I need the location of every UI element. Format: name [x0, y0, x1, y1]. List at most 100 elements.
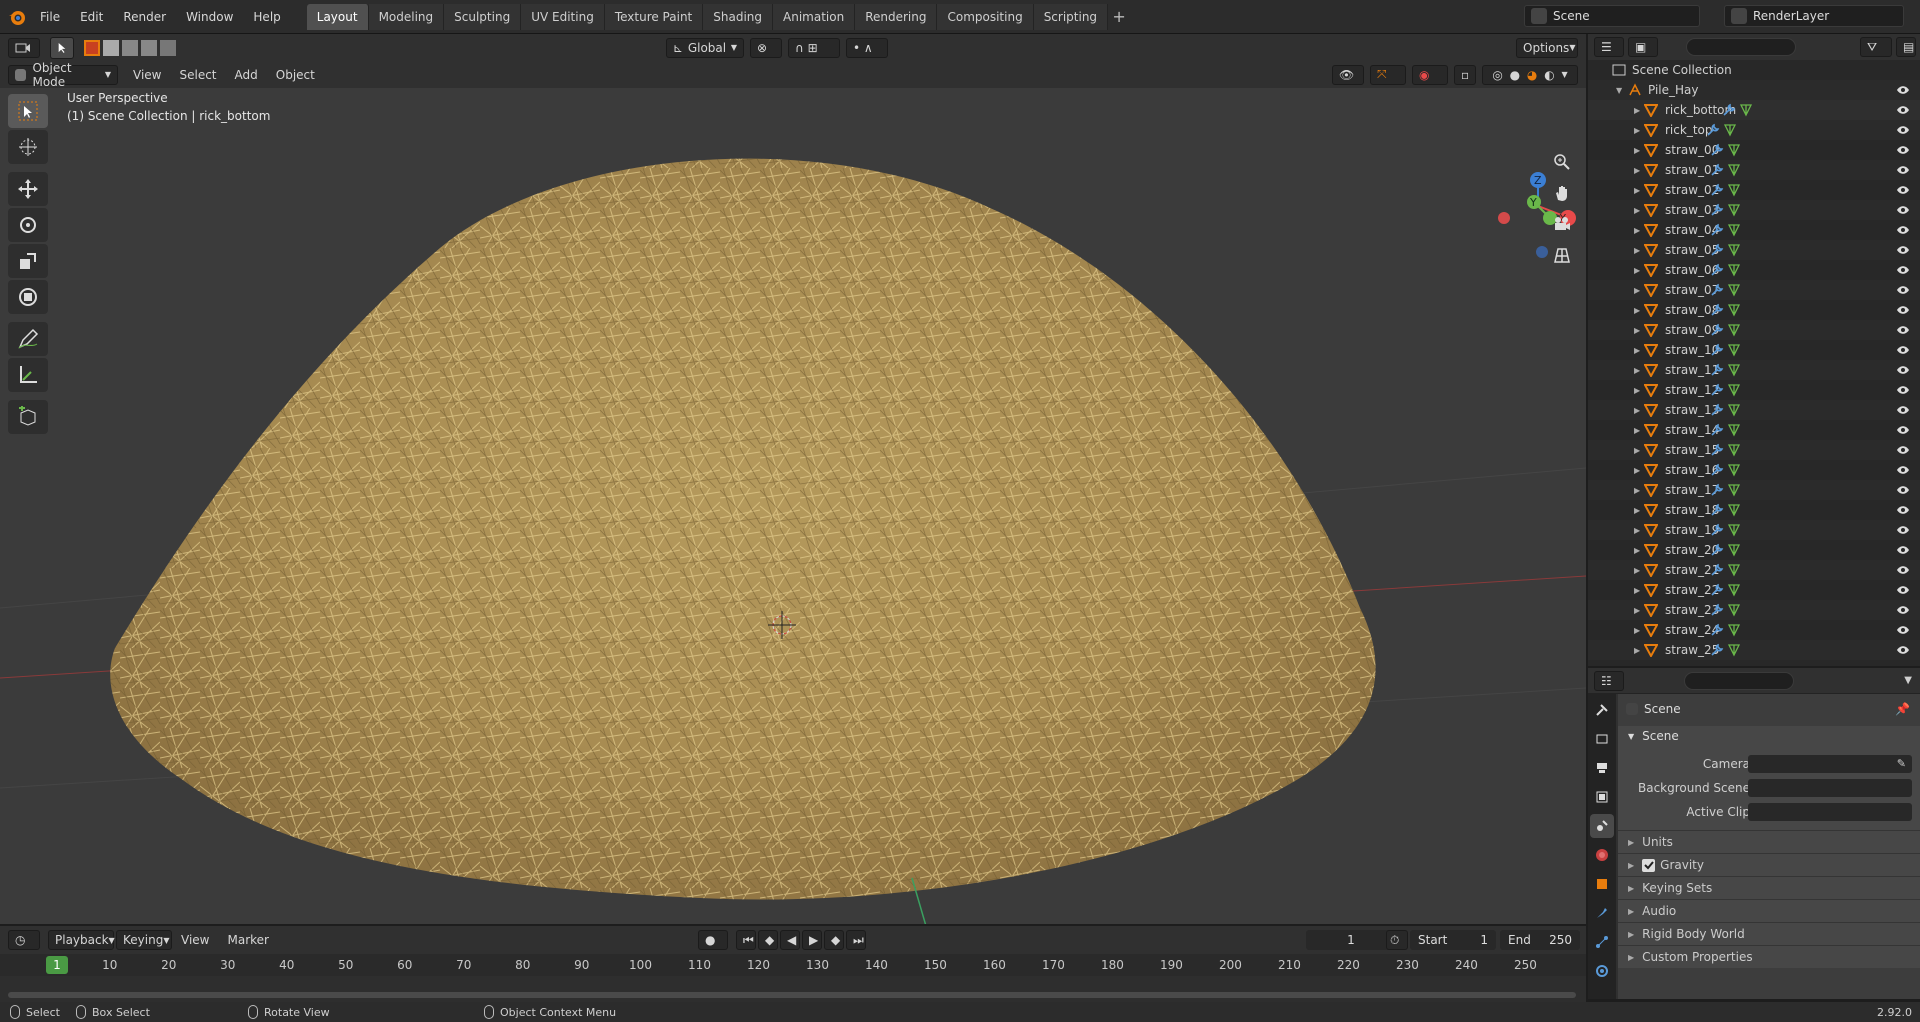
expand-arrow-icon[interactable]: ▶ [1634, 566, 1640, 575]
menu-help[interactable]: Help [243, 10, 290, 24]
eye-icon[interactable] [1896, 323, 1910, 337]
mesh-data-icon[interactable] [1727, 623, 1741, 637]
keying-dropdown[interactable]: Keying ▼ [116, 930, 172, 950]
expand-arrow-icon[interactable]: ▶ [1634, 366, 1640, 375]
tool-move[interactable] [8, 172, 48, 206]
expand-arrow-icon[interactable]: ▶ [1634, 226, 1640, 235]
tab-uv-editing[interactable]: UV Editing [521, 3, 605, 30]
expand-arrow-icon[interactable]: ▶ [1634, 346, 1640, 355]
output-tab-icon[interactable] [1590, 756, 1614, 780]
tab-scripting[interactable]: Scripting [1033, 3, 1109, 30]
viewport-menu-add[interactable]: Add [226, 68, 267, 82]
preview-range-toggle[interactable]: ⏱ [1386, 930, 1408, 950]
menu-render[interactable]: Render [113, 10, 176, 24]
menu-window[interactable]: Window [176, 10, 243, 24]
mesh-data-icon[interactable] [1727, 163, 1741, 177]
render-tab-icon[interactable] [1590, 727, 1614, 751]
snapping-dropdown[interactable]: ∩ ⊞ [788, 37, 840, 58]
mesh-data-icon[interactable] [1727, 443, 1741, 457]
outliner-row-object[interactable]: ▶ straw_14 [1588, 420, 1920, 440]
outliner-row-scene-collection[interactable]: Scene Collection [1588, 60, 1920, 80]
outliner-search-input[interactable] [1686, 38, 1796, 56]
wrench-icon[interactable] [1710, 423, 1724, 437]
wrench-icon[interactable] [1710, 643, 1724, 657]
wrench-icon[interactable] [1710, 503, 1724, 517]
expand-arrow-icon[interactable]: ▶ [1634, 466, 1640, 475]
wrench-icon[interactable] [1710, 183, 1724, 197]
outliner-row-collection[interactable]: ▼ Pile_Hay [1588, 80, 1920, 100]
outliner-row-object[interactable]: ▶ straw_21 [1588, 560, 1920, 580]
play-button[interactable]: ▶ [802, 930, 822, 950]
outliner-row-object[interactable]: ▶ straw_15 [1588, 440, 1920, 460]
pan-hand-icon[interactable] [1548, 179, 1576, 207]
eye-icon[interactable] [1896, 403, 1910, 417]
expand-arrow-icon[interactable]: ▶ [1634, 646, 1640, 655]
rendered-icon[interactable]: ◐ [1544, 68, 1554, 82]
expand-arrow-icon[interactable]: ▶ [1634, 186, 1640, 195]
wrench-icon[interactable] [1710, 483, 1724, 497]
physics-tab-icon[interactable] [1590, 959, 1614, 983]
overlays-dropdown[interactable]: ◉ [1412, 64, 1448, 85]
eye-icon[interactable] [1896, 263, 1910, 277]
wrench-icon[interactable] [1710, 463, 1724, 477]
tab-rendering[interactable]: Rendering [855, 3, 938, 30]
mesh-data-icon[interactable] [1727, 523, 1741, 537]
eye-icon[interactable] [1896, 383, 1910, 397]
viewport-menu-view[interactable]: View [124, 68, 170, 82]
properties-options-icon[interactable]: ▼ [1904, 675, 1912, 686]
eye-icon[interactable] [1896, 503, 1910, 517]
expand-arrow-icon[interactable]: ▶ [1634, 506, 1640, 515]
mode-dropdown[interactable]: Object Mode ▼ [8, 61, 118, 89]
outliner-row-object[interactable]: ▶ straw_18 [1588, 500, 1920, 520]
mesh-data-icon[interactable] [1739, 103, 1753, 117]
keying-sets-panel[interactable]: ▶ Keying Sets [1618, 876, 1920, 899]
eye-icon[interactable] [1896, 483, 1910, 497]
play-reverse-button[interactable]: ◀ [780, 930, 800, 950]
eye-icon[interactable] [1896, 603, 1910, 617]
wrench-icon[interactable] [1710, 583, 1724, 597]
mesh-data-icon[interactable] [1727, 463, 1741, 477]
outliner-row-object[interactable]: ▶ straw_11 [1588, 360, 1920, 380]
select-invert-icon[interactable] [141, 39, 157, 56]
custom-properties-panel[interactable]: ▶ Custom Properties [1618, 945, 1920, 968]
expand-arrow-icon[interactable]: ▶ [1634, 626, 1640, 635]
shading-mode-buttons[interactable]: ◎ ● ◕ ◐ ▼ [1482, 64, 1578, 85]
prev-keyframe-button[interactable]: ◆ [758, 930, 778, 950]
mesh-data-icon[interactable] [1727, 243, 1741, 257]
eyedropper-icon[interactable]: ✎ [1897, 757, 1906, 770]
timeline-ruler[interactable]: 1 10 20 30 40 50 60 70 80 90 100 110 120 130 140 150 160… [0, 954, 1586, 976]
mesh-data-icon[interactable] [1727, 363, 1741, 377]
gravity-panel[interactable]: ▶ Gravity [1618, 853, 1920, 876]
timeline-playhead[interactable]: 1 [46, 956, 68, 974]
mesh-data-icon[interactable] [1727, 183, 1741, 197]
outliner-row-object[interactable]: ▶ straw_04 [1588, 220, 1920, 240]
mesh-data-icon[interactable] [1727, 283, 1741, 297]
expand-arrow-icon[interactable]: ▶ [1634, 266, 1640, 275]
eye-icon[interactable] [1896, 623, 1910, 637]
eye-icon[interactable] [1896, 303, 1910, 317]
mesh-data-icon[interactable] [1727, 423, 1741, 437]
blender-logo-icon[interactable] [4, 4, 30, 30]
timeline-menu-view[interactable]: View [172, 933, 218, 947]
menu-file[interactable]: File [30, 10, 70, 24]
zoom-icon[interactable] [1548, 148, 1576, 176]
expand-arrow-icon[interactable]: ▶ [1634, 606, 1640, 615]
current-frame-field[interactable]: 1 [1306, 930, 1396, 950]
expand-arrow-icon[interactable]: ▶ [1634, 406, 1640, 415]
outliner-row-object[interactable]: ▶ rick_top [1588, 120, 1920, 140]
wrench-icon[interactable] [1710, 623, 1724, 637]
eye-icon[interactable] [1896, 543, 1910, 557]
expand-arrow-icon[interactable]: ▶ [1634, 386, 1640, 395]
select-extend-icon[interactable] [103, 39, 119, 56]
outliner-row-object[interactable]: ▶ straw_23 [1588, 600, 1920, 620]
tool-rotate[interactable] [8, 208, 48, 242]
outliner-row-object[interactable]: ▶ straw_25 [1588, 640, 1920, 660]
outliner-row-object[interactable]: ▶ straw_19 [1588, 520, 1920, 540]
eye-icon[interactable] [1896, 463, 1910, 477]
wrench-icon[interactable] [1710, 563, 1724, 577]
eye-icon[interactable] [1896, 243, 1910, 257]
tool-measure[interactable] [8, 358, 48, 392]
outliner-row-object[interactable]: ▶ straw_08 [1588, 300, 1920, 320]
xray-toggle[interactable]: ▫ [1454, 64, 1476, 85]
rigid-body-world-panel[interactable]: ▶ Rigid Body World [1618, 922, 1920, 945]
